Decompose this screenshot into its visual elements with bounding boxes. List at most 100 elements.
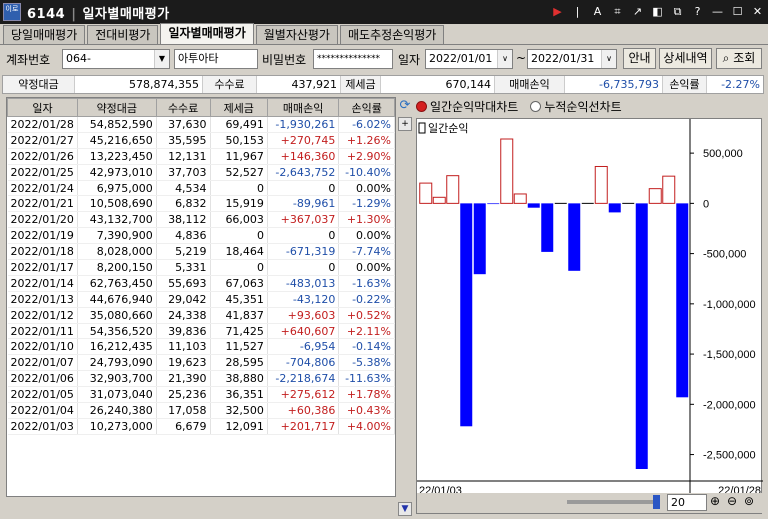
account-label: 계좌번호 — [6, 53, 51, 67]
cell-pnl: 0 — [267, 259, 340, 276]
cell-tax: 50,153 — [210, 132, 268, 149]
col-pnl[interactable]: 매매손익 — [266, 98, 340, 117]
help-icon[interactable]: ? — [689, 3, 706, 20]
capture-icon[interactable]: ⌗ — [609, 3, 626, 20]
bar-negative — [541, 203, 554, 252]
count-input[interactable]: 20 — [667, 494, 707, 511]
close-icon[interactable]: ✕ — [749, 3, 766, 20]
zoom-track[interactable] — [567, 500, 657, 504]
chevron-down-icon[interactable]: ▼ — [154, 50, 169, 68]
cell-pnl: +93,603 — [267, 307, 340, 324]
col-rate[interactable]: 손익률 — [338, 98, 395, 117]
cell-trade-amount: 26,240,380 — [77, 402, 157, 419]
table-row[interactable]: 2022/01/17 8,200,150 5,331 0 0 0.00% — [7, 259, 395, 276]
table-row[interactable]: 2022/01/10 16,212,435 11,103 11,527 -6,954 -0… — [7, 338, 395, 356]
restore-icon[interactable]: ⧉ — [669, 3, 686, 20]
table-row[interactable]: 2022/01/03 10,273,000 6,679 12,091 +201,717 +… — [7, 418, 395, 435]
cell-rate: +1.30% — [338, 211, 395, 229]
cell-date: 2022/01/12 — [7, 307, 78, 324]
table-row[interactable]: 2022/01/25 42,973,010 37,703 52,527 -2,643,7… — [7, 164, 395, 181]
zoom-in-icon[interactable]: ⊕ — [710, 494, 720, 508]
tab-bar: 당일매매평가 전대비평가 일자별매매평가 월별자산평가 매도추정손익평가 — [0, 23, 768, 45]
tab-daily-evaluation[interactable]: 일자별매매평가 — [160, 23, 254, 44]
col-trade-amount[interactable]: 약정대금 — [76, 98, 157, 117]
cell-tax: 0 — [210, 180, 268, 197]
date-from-field[interactable]: 2022/01/01 ∨ — [425, 49, 513, 69]
table-row[interactable]: 2022/01/05 31,073,040 25,236 36,351 +275,612… — [7, 386, 395, 404]
zoom-out-icon[interactable]: ⊖ — [727, 494, 737, 508]
table-row[interactable]: 2022/01/06 32,903,700 21,390 38,880 -2,218,6… — [7, 370, 395, 388]
guide-button[interactable]: 안내 — [623, 48, 656, 69]
cell-tax: 45,351 — [210, 291, 268, 308]
fee-value: 437,921 — [257, 76, 341, 93]
cell-trade-amount: 8,028,000 — [77, 243, 157, 261]
table-row[interactable]: 2022/01/13 44,676,940 29,042 45,351 -43,120-… — [7, 291, 395, 308]
cell-trade-amount: 54,852,590 — [77, 116, 157, 133]
calendar-dropdown-icon[interactable]: ∨ — [497, 50, 512, 68]
date-label: 일자 — [398, 53, 421, 67]
col-fee[interactable]: 수수료 — [155, 98, 211, 117]
cell-trade-amount: 8,200,150 — [77, 259, 157, 276]
tab-monthly-asset[interactable]: 월별자산평가 — [255, 25, 338, 44]
refresh-icon[interactable]: ⟳ — [398, 99, 412, 114]
cumulative-line-radio[interactable]: 누적순익선차트 — [530, 98, 622, 115]
cell-trade-amount: 43,132,700 — [77, 211, 157, 229]
cell-pnl: +146,360 — [267, 148, 340, 165]
zoom-reset-icon[interactable]: ⊚ — [744, 494, 754, 508]
cell-date: 2022/01/07 — [7, 354, 78, 372]
daily-bar-radio[interactable]: 일간순익막대차트 — [416, 98, 518, 115]
table-row[interactable]: 2022/01/20 43,132,700 38,112 66,003 +367,037… — [7, 211, 395, 229]
zoom-handle[interactable] — [653, 495, 660, 509]
cell-rate: -1.63% — [338, 275, 395, 292]
table-row[interactable]: 2022/01/07 24,793,090 19,623 28,595 -704,806… — [7, 354, 395, 372]
col-tax[interactable]: 제세금 — [209, 98, 268, 117]
cell-tax: 36,351 — [210, 386, 268, 404]
cell-fee: 4,534 — [156, 180, 211, 197]
bar-positive — [662, 175, 676, 204]
bar-positive — [432, 196, 446, 204]
search-button[interactable]: ⌕ 조회 — [716, 48, 762, 69]
bar-positive — [500, 138, 514, 204]
tax-label: 제세금 — [341, 76, 381, 93]
cell-date: 2022/01/18 — [7, 243, 78, 261]
table-row[interactable]: 2022/01/26 13,223,450 12,131 11,967 +146,360… — [7, 148, 395, 165]
tab-sell-estimate[interactable]: 매도추정손익평가 — [339, 25, 445, 44]
table-row[interactable]: 2022/01/21 10,508,690 6,832 15,919 -89,961 -1… — [7, 195, 395, 213]
add-icon[interactable]: + — [398, 117, 412, 131]
table-row[interactable]: 2022/01/12 35,080,660 24,338 41,837 +93,603 +… — [7, 307, 395, 324]
password-field[interactable]: ************** — [313, 49, 393, 69]
cell-fee: 38,112 — [156, 211, 211, 229]
bar-positive — [594, 165, 608, 204]
tax-value: 670,144 — [381, 76, 495, 93]
scroll-down-icon[interactable]: ▼ — [398, 502, 412, 516]
minimize-icon[interactable]: — — [709, 3, 726, 20]
cell-rate: -0.22% — [338, 291, 395, 308]
table-row[interactable]: 2022/01/19 7,390,900 4,836 0 0 0.00% — [7, 227, 395, 245]
tab-daily-trade[interactable]: 당일매매평가 — [3, 25, 86, 44]
font-icon[interactable]: A — [589, 3, 606, 20]
col-date[interactable]: 일자 — [7, 98, 78, 117]
link-icon[interactable]: ↗ — [629, 3, 646, 20]
tab-prev-compare[interactable]: 전대비평가 — [87, 25, 159, 44]
date-to-field[interactable]: 2022/01/31 ∨ — [527, 49, 617, 69]
cell-fee: 29,042 — [156, 291, 211, 308]
calendar-dropdown-icon[interactable]: ∨ — [601, 50, 616, 68]
cell-date: 2022/01/04 — [7, 402, 78, 419]
mark-icon[interactable]: ◧ — [649, 3, 666, 20]
table-row[interactable]: 2022/01/18 8,028,000 5,219 18,464 -671,319 -7… — [7, 243, 395, 261]
account-select[interactable]: 064- ▼ — [62, 49, 170, 69]
detail-button[interactable]: 상세내역 — [659, 48, 712, 69]
table-row[interactable]: 2022/01/24 6,975,000 4,534 0 0 0.00% — [7, 180, 395, 197]
table-row[interactable]: 2022/01/04 26,240,380 17,058 32,500 +60,386 +… — [7, 402, 395, 419]
play-icon[interactable]: ▶ — [549, 3, 566, 20]
maximize-icon[interactable]: ☐ — [729, 3, 746, 20]
bar-positive — [419, 182, 433, 204]
table-row[interactable]: 2022/01/28 54,852,590 37,630 69,491 -1,930,2… — [7, 116, 395, 133]
table-row[interactable]: 2022/01/27 45,216,650 35,595 50,153 +270,745… — [7, 132, 395, 149]
table-row[interactable]: 2022/01/11 54,356,520 39,836 71,425 +640,607… — [7, 323, 395, 340]
cell-pnl: -2,643,752 — [267, 164, 340, 181]
cell-tax: 52,527 — [210, 164, 268, 181]
table-row[interactable]: 2022/01/14 62,763,450 55,693 67,063 -483,013… — [7, 275, 395, 292]
date-to-value: 2022/01/31 — [531, 52, 595, 65]
cell-tax: 66,003 — [210, 211, 268, 229]
